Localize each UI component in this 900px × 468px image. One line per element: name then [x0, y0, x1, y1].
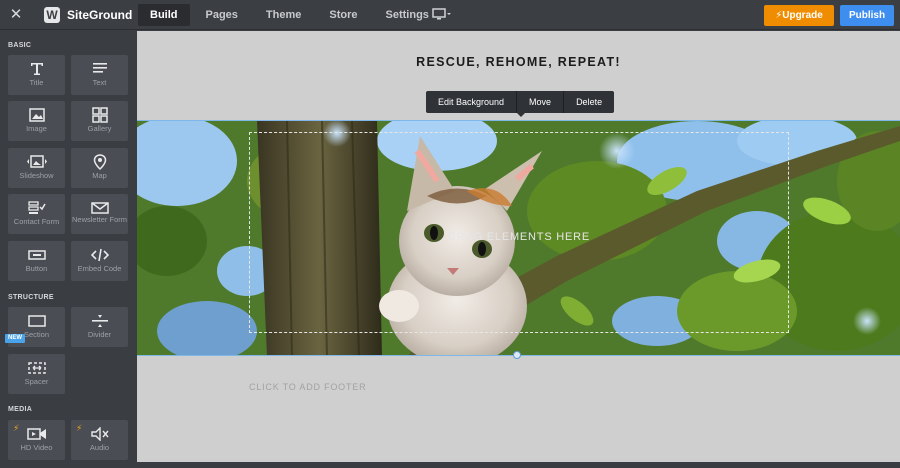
button-icon [8, 246, 65, 264]
contact-form-icon [8, 199, 65, 217]
top-bar: ✕ W SiteGround Build Pages Theme Store S… [0, 0, 900, 30]
element-gallery[interactable]: Gallery [71, 101, 128, 141]
gallery-grid-icon [71, 106, 128, 124]
element-label: Text [92, 78, 107, 87]
element-label: HD Video [20, 443, 53, 452]
element-label: Embed Code [77, 264, 122, 273]
section-resize-handle[interactable] [513, 351, 521, 359]
tab-theme[interactable]: Theme [254, 4, 313, 26]
section-title-media: MEDIA [8, 406, 33, 413]
weebly-logo-icon: W [44, 7, 60, 23]
spacer-icon [8, 359, 65, 377]
elements-sidebar: BASIC Title Text Image Gallery Slideshow [0, 31, 136, 468]
text-lines-icon [71, 60, 128, 78]
element-label: Audio [89, 443, 110, 452]
element-image[interactable]: Image [8, 101, 65, 141]
section-icon [8, 312, 65, 330]
element-divider[interactable]: Divider [71, 307, 128, 347]
canvas-bottom-edge [137, 462, 900, 468]
drop-zone[interactable]: DRAG ELEMENTS HERE [249, 132, 789, 333]
tab-store[interactable]: Store [317, 4, 369, 26]
edit-background-button[interactable]: Edit Background [426, 91, 518, 113]
new-badge: NEW [5, 334, 25, 343]
element-label: Contact Form [13, 217, 60, 226]
upgrade-label: Upgrade [782, 10, 823, 21]
section-title-basic: BASIC [8, 42, 32, 49]
toolbar-caret [517, 113, 525, 117]
hero-section-background[interactable]: DRAG ELEMENTS HERE [137, 120, 900, 356]
element-label: Slideshow [19, 171, 54, 180]
element-text[interactable]: Text [71, 55, 128, 95]
speaker-icon [71, 425, 128, 443]
section-title-structure: STRUCTURE [8, 294, 54, 301]
element-embed-code[interactable]: Embed Code [71, 241, 128, 281]
section-toolbar: Edit Background Move Delete [426, 91, 615, 113]
device-preview-icon[interactable] [432, 7, 452, 23]
element-audio[interactable]: ⚡ Audio [71, 420, 128, 460]
element-title[interactable]: Title [8, 55, 65, 95]
element-label: Gallery [87, 124, 112, 133]
element-label: Title [29, 78, 44, 87]
slideshow-icon [8, 153, 65, 171]
title-icon [8, 60, 65, 78]
delete-button[interactable]: Delete [564, 91, 614, 113]
divider-icon [71, 312, 128, 330]
main-nav: Build Pages Theme Store Settings [138, 4, 445, 26]
element-map[interactable]: Map [71, 148, 128, 188]
element-contact-form[interactable]: Contact Form [8, 194, 65, 234]
element-label: Divider [87, 330, 112, 339]
upgrade-button[interactable]: ⚡Upgrade [764, 5, 834, 26]
publish-button[interactable]: Publish [840, 5, 894, 26]
map-pin-icon [71, 153, 128, 171]
element-spacer[interactable]: Spacer [8, 354, 65, 394]
drop-zone-label: DRAG ELEMENTS HERE [447, 231, 591, 243]
element-button[interactable]: Button [8, 241, 65, 281]
element-slideshow[interactable]: Slideshow [8, 148, 65, 188]
element-newsletter-form[interactable]: Newsletter Form [71, 194, 128, 234]
element-label: Image [26, 124, 47, 133]
video-camera-icon [8, 425, 65, 443]
element-label: Map [92, 171, 107, 180]
close-icon[interactable]: ✕ [6, 5, 26, 25]
tab-pages[interactable]: Pages [194, 4, 250, 26]
element-label: Spacer [24, 377, 49, 386]
element-hd-video[interactable]: ⚡ HD Video [8, 420, 65, 460]
move-button[interactable]: Move [517, 91, 565, 113]
tab-build[interactable]: Build [138, 4, 190, 26]
image-icon [8, 106, 65, 124]
element-label: Newsletter Form [71, 215, 127, 224]
code-icon [71, 246, 128, 264]
element-label: Button [25, 264, 48, 273]
page-heading[interactable]: RESCUE, REHOME, REPEAT! [137, 55, 900, 69]
add-footer-link[interactable]: CLICK TO ADD FOOTER [249, 382, 366, 392]
tab-settings[interactable]: Settings [374, 4, 441, 26]
page-canvas: RESCUE, REHOME, REPEAT! Edit Background … [137, 31, 900, 468]
brand-name: SiteGround [67, 8, 133, 22]
